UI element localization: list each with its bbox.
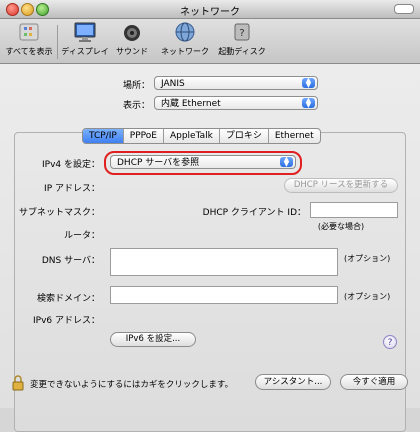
help-icon[interactable]: ? [383, 335, 397, 349]
location-popup[interactable]: JANIS ▲ ▼ [154, 76, 318, 90]
window-title: ネットワーク [180, 7, 240, 18]
show-all-icon [16, 21, 42, 43]
toolbar-display[interactable]: ディスプレイ [60, 21, 110, 61]
ipv4-label: IPv4 を設定： [42, 160, 100, 170]
preferences-content: 場所： JANIS ▲ ▼ 表示： 内蔵 Ethernet ▲ ▼ TCP/IP P… [0, 64, 420, 432]
location-value: JANIS [161, 79, 185, 89]
dns-server-label: DNS サーバ： [41, 256, 100, 266]
location-label: 場所： [122, 81, 150, 91]
show-label: 表示： [122, 101, 150, 111]
toolbar-startup-disk[interactable]: ? 起動ディスク [214, 21, 270, 61]
popup-arrows-icon: ▲ ▼ [302, 77, 315, 89]
startup-disk-icon: ? [229, 21, 255, 43]
svg-text:?: ? [239, 28, 244, 39]
toolbar-label-display: ディスプレイ [61, 47, 109, 56]
dns-optional-note: (オプション) [344, 254, 391, 263]
toolbar-label-network: ネットワーク [161, 47, 209, 56]
lock-icon[interactable] [12, 375, 24, 391]
search-domain-field[interactable] [110, 286, 338, 304]
annotation-highlight [104, 151, 302, 175]
dhcp-client-id-field[interactable] [310, 202, 398, 218]
network-icon [172, 21, 198, 43]
toolbar: すべてを表示 ディスプレイ サウンド ネットワーク ? 起動ディスク [0, 19, 420, 64]
toolbar-label-sound: サウンド [116, 47, 148, 56]
toolbar-separator [57, 25, 58, 59]
network-preferences-window: ネットワーク すべてを表示 ディスプレイ サウンド ネットワーク ? 起動ディス… [0, 0, 420, 432]
tab-pppoe[interactable]: PPPoE [124, 129, 164, 143]
subnet-mask-label: サブネットマスク： [18, 208, 100, 218]
show-value: 内蔵 Ethernet [161, 99, 221, 109]
toolbar-toggle-button[interactable] [394, 4, 414, 14]
lock-instruction-text: 変更できないようにするにはカギをクリックします。 [30, 380, 234, 390]
tab-bar: TCP/IP PPPoE AppleTalk プロキシ Ethernet [82, 128, 321, 144]
title-bar: ネットワーク [0, 0, 420, 19]
tab-appletalk[interactable]: AppleTalk [164, 129, 220, 143]
renew-dhcp-lease-button[interactable]: DHCP リースを更新する [284, 178, 398, 193]
configure-ipv6-button[interactable]: IPv6 を設定... [110, 332, 196, 347]
router-label: ルータ： [63, 231, 100, 241]
show-popup[interactable]: 内蔵 Ethernet ▲ ▼ [154, 96, 318, 110]
client-id-note: (必要な場合) [317, 222, 365, 231]
assistant-button[interactable]: アシスタント... [255, 374, 331, 390]
popup-arrows-icon: ▲ ▼ [302, 97, 315, 109]
display-icon [72, 21, 98, 43]
toolbar-network[interactable]: ネットワーク [160, 21, 210, 61]
apply-now-button[interactable]: 今すぐ適用 [340, 374, 408, 390]
ip-address-label: IP アドレス： [44, 184, 100, 194]
tab-tcpip[interactable]: TCP/IP [83, 129, 124, 143]
dns-server-field[interactable] [110, 248, 338, 276]
search-domain-label: 検索ドメイン： [36, 294, 100, 304]
toolbar-label-show-all: すべてを表示 [5, 47, 53, 56]
ipv6-address-label: IPv6 アドレス： [33, 316, 100, 326]
tab-ethernet[interactable]: Ethernet [269, 129, 320, 143]
search-optional-note: (オプション) [344, 292, 391, 301]
sound-icon [119, 21, 145, 43]
dhcp-client-id-label: DHCP クライアント ID： [202, 208, 306, 218]
tab-proxy[interactable]: プロキシ [220, 129, 269, 143]
toolbar-label-startup-disk: 起動ディスク [218, 47, 266, 56]
toolbar-show-all[interactable]: すべてを表示 [4, 21, 54, 61]
toolbar-sound[interactable]: サウンド [110, 21, 154, 61]
